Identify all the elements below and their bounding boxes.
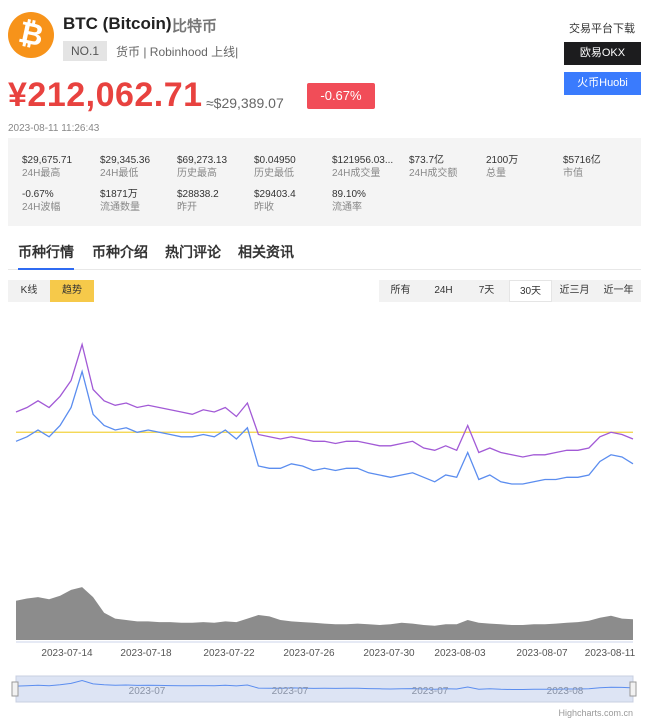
x-tick-label: 2023-08-03	[434, 648, 486, 659]
range-1y[interactable]: 近一年	[596, 280, 641, 302]
stat-total-supply: 2100万 总量	[486, 155, 519, 179]
volume-area	[16, 587, 633, 640]
stat-market-cap: $5716亿 市值	[563, 155, 601, 179]
x-tick-label: 2023-07-30	[363, 648, 415, 659]
navigator-handle-right	[629, 681, 637, 697]
range-30d[interactable]: 30天	[509, 280, 552, 302]
download-title: 交易平台下载	[569, 23, 635, 35]
stat-circulating: $1871万 流通数量	[100, 189, 140, 213]
tab-news[interactable]: 相关资讯	[238, 242, 294, 262]
change-badge: -0.67%	[307, 83, 375, 109]
huobi-download-button[interactable]: 火币Huobi	[564, 72, 641, 95]
stat-circulation-rate: 89.10% 流通率	[332, 189, 366, 213]
navigator-tick-label: 2023-07	[272, 686, 309, 697]
range-7d[interactable]: 7天	[465, 280, 508, 302]
x-tick-label: 2023-07-18	[120, 648, 172, 659]
x-tick-label: 2023-07-22	[203, 648, 255, 659]
okx-download-button[interactable]: 欧易OKX	[564, 42, 641, 65]
price-trend-chart[interactable]: 2023-07-14 2023-07-18 2023-07-22 2023-07-26…	[0, 310, 650, 726]
range-3m[interactable]: 近三月	[553, 280, 596, 302]
stat-prev-close: $29403.4 昨收	[254, 189, 296, 213]
x-tick-label: 2023-07-14	[41, 648, 93, 659]
kline-mode-button[interactable]: K线	[8, 280, 50, 302]
tab-comments[interactable]: 热门评论	[165, 242, 221, 262]
stat-prev-open: $28838.2 昨开	[177, 189, 219, 213]
x-tick-label: 2023-08-11	[585, 648, 636, 659]
navigator-tick-label: 2023-07	[412, 686, 449, 697]
section-tabs: 币种行情 币种介绍 热门评论 相关资讯	[8, 236, 641, 270]
price-timestamp: 2023-08-11 11:26:43	[8, 123, 100, 134]
trend-mode-button[interactable]: 趋势	[50, 280, 94, 302]
price-usd: ≈$29,389.07	[206, 95, 284, 111]
stat-ath: $69,273.13 历史最高	[177, 155, 228, 179]
coin-cn-name: 比特币	[172, 18, 218, 35]
bitcoin-logo-icon: ₿	[8, 12, 54, 58]
navigator-tick-label: 2023-08	[547, 686, 584, 697]
stat-24h-turnover: $73.7亿 24H成交额	[409, 155, 458, 179]
chart-credit: Highcharts.com.cn	[558, 708, 633, 718]
tab-market[interactable]: 币种行情	[18, 242, 74, 270]
stat-24h-high: $29,675.71 24H最高	[22, 155, 73, 179]
range-24h[interactable]: 24H	[422, 280, 465, 302]
coin-name: BTC (Bitcoin)	[63, 14, 172, 33]
coin-header: ₿ BTC (Bitcoin) 比特币 NO.1 货币 | Robinhood …	[0, 0, 650, 136]
stat-24h-change: -0.67% 24H波幅	[22, 189, 61, 213]
coin-tags: 货币 | Robinhood 上线|	[116, 45, 239, 59]
navigator-handle-left	[11, 681, 19, 697]
range-all[interactable]: 所有	[379, 280, 422, 302]
x-tick-label: 2023-07-26	[283, 648, 335, 659]
series-line-purple	[15, 342, 634, 458]
series-line-blue	[15, 369, 634, 485]
rank-badge: NO.1	[63, 41, 107, 61]
tab-intro[interactable]: 币种介绍	[92, 242, 148, 262]
stat-24h-low: $29,345.36 24H最低	[100, 155, 151, 179]
stat-atl: $0.04950 历史最低	[254, 155, 296, 179]
x-tick-label: 2023-08-07	[516, 648, 568, 659]
stat-24h-volume: $121956.03... 24H成交量	[332, 155, 394, 179]
stats-panel: $29,675.71 24H最高 $29,345.36 24H最低 $69,273.…	[8, 138, 641, 226]
price-cny: ¥212,062.71	[8, 76, 203, 114]
navigator-tick-label: 2023-07	[129, 686, 166, 697]
